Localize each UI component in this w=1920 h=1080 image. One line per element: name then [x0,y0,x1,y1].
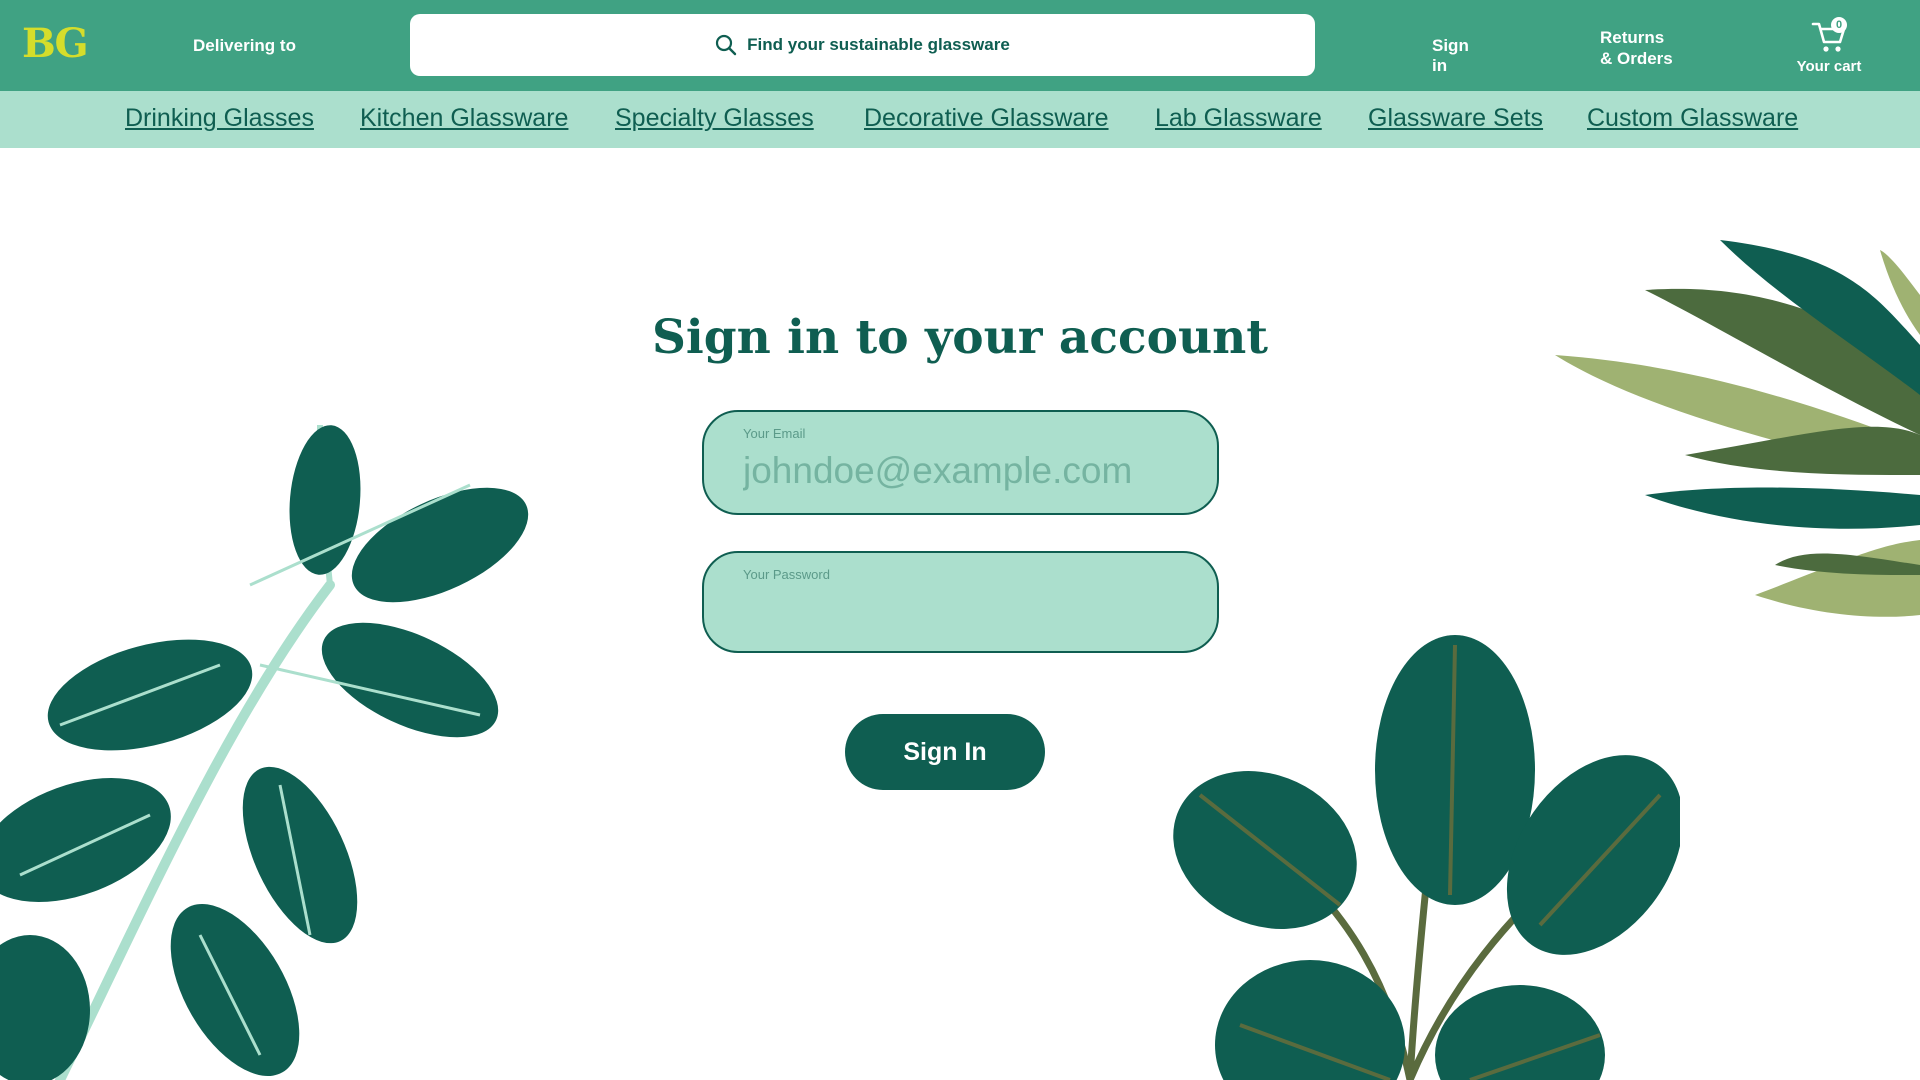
email-input[interactable] [743,450,1183,492]
cart-label: Your cart [1796,58,1862,75]
top-right-aloe-illustration [1555,240,1920,617]
category-decorative-glassware[interactable]: Decorative Glassware [864,104,1109,133]
email-field[interactable]: Your Email [702,410,1219,515]
password-field[interactable]: Your Password [702,551,1219,653]
category-custom-glassware[interactable]: Custom Glassware [1587,104,1798,133]
returns-orders-link[interactable]: Returns & Orders [1600,27,1673,69]
left-vine-illustration [0,424,529,1080]
sign-in-link[interactable]: Sign in [1432,36,1482,76]
category-lab-glassware[interactable]: Lab Glassware [1155,104,1322,133]
search-icon [715,34,737,56]
brand-logo[interactable]: BG [22,20,89,67]
search-placeholder: Find your sustainable glassware [747,35,1010,54]
password-label: Your Password [743,567,830,582]
cart-icon: 0 [1809,17,1849,54]
cart-button[interactable]: 0 Your cart [1790,17,1868,75]
page-title: Sign in to your account [651,310,1269,365]
sign-in-button[interactable]: Sign In [845,714,1045,790]
bottom-right-plant-illustration [1173,635,1680,1080]
orders-label: & Orders [1600,49,1673,68]
delivering-to-link[interactable]: Delivering to [193,36,296,56]
top-header: BG Delivering to Find your sustainable g… [0,0,1920,91]
category-kitchen-glassware[interactable]: Kitchen Glassware [360,104,568,133]
category-drinking-glasses[interactable]: Drinking Glasses [125,104,314,133]
returns-label: Returns [1600,28,1665,47]
search-bar[interactable]: Find your sustainable glassware [410,14,1315,76]
password-input[interactable] [743,591,1183,633]
category-glassware-sets[interactable]: Glassware Sets [1368,104,1543,133]
email-label: Your Email [743,426,806,441]
category-nav: Drinking Glasses Kitchen Glassware Speci… [0,91,1920,148]
category-specialty-glasses[interactable]: Specialty Glasses [615,104,814,133]
cart-count-badge: 0 [1831,17,1847,33]
